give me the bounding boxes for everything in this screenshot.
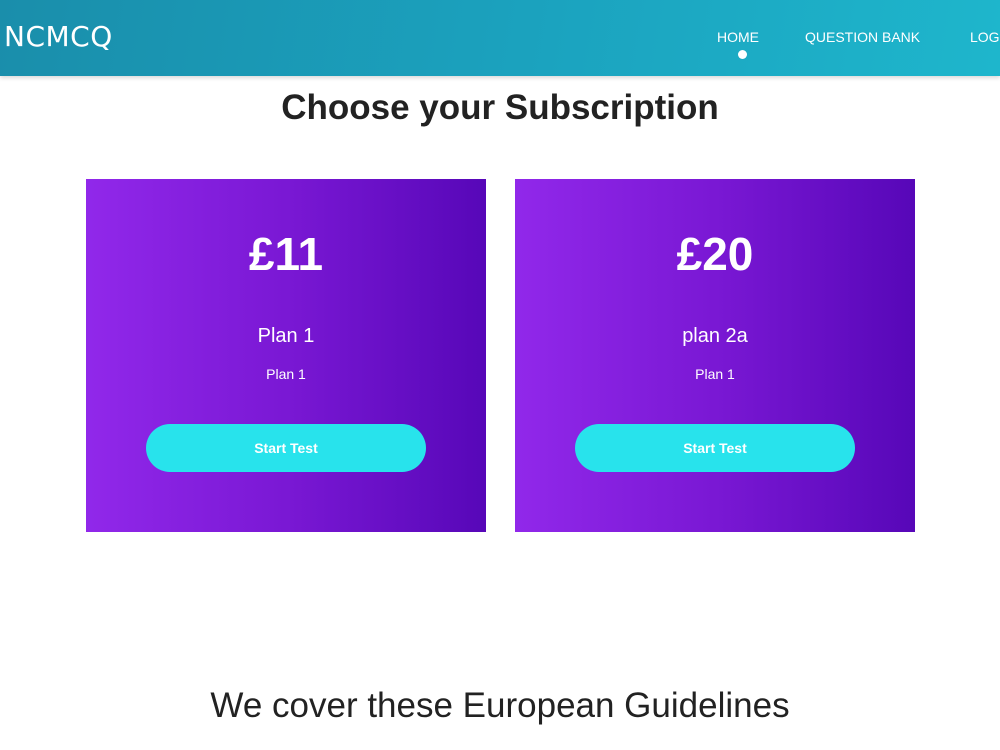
plan-card: £11 Plan 1 Plan 1 Start Test [86, 179, 486, 532]
top-navbar: NCMCQ HOME QUESTION BANK LOG [0, 0, 1000, 76]
active-indicator-dot [738, 50, 747, 59]
plan-name: plan 2a [682, 325, 748, 347]
plan-card: £20 plan 2a Plan 1 Start Test [515, 179, 915, 532]
page-title: Choose your Subscription [281, 88, 719, 127]
guidelines-heading: We cover these European Guidelines [210, 686, 790, 725]
nav-item-question-bank[interactable]: QUESTION BANK [805, 29, 920, 45]
plan-description: Plan 1 [695, 366, 735, 382]
plan-description: Plan 1 [266, 366, 306, 382]
plan-price: £20 [676, 228, 754, 280]
plan-price: £11 [248, 228, 324, 280]
start-test-button[interactable]: Start Test [146, 424, 426, 472]
start-test-button[interactable]: Start Test [575, 424, 855, 472]
site-logo[interactable]: NCMCQ [4, 20, 113, 53]
plan-name: Plan 1 [257, 325, 315, 347]
nav-item-home[interactable]: HOME [717, 29, 759, 45]
nav-item-login[interactable]: LOG [970, 29, 1000, 45]
